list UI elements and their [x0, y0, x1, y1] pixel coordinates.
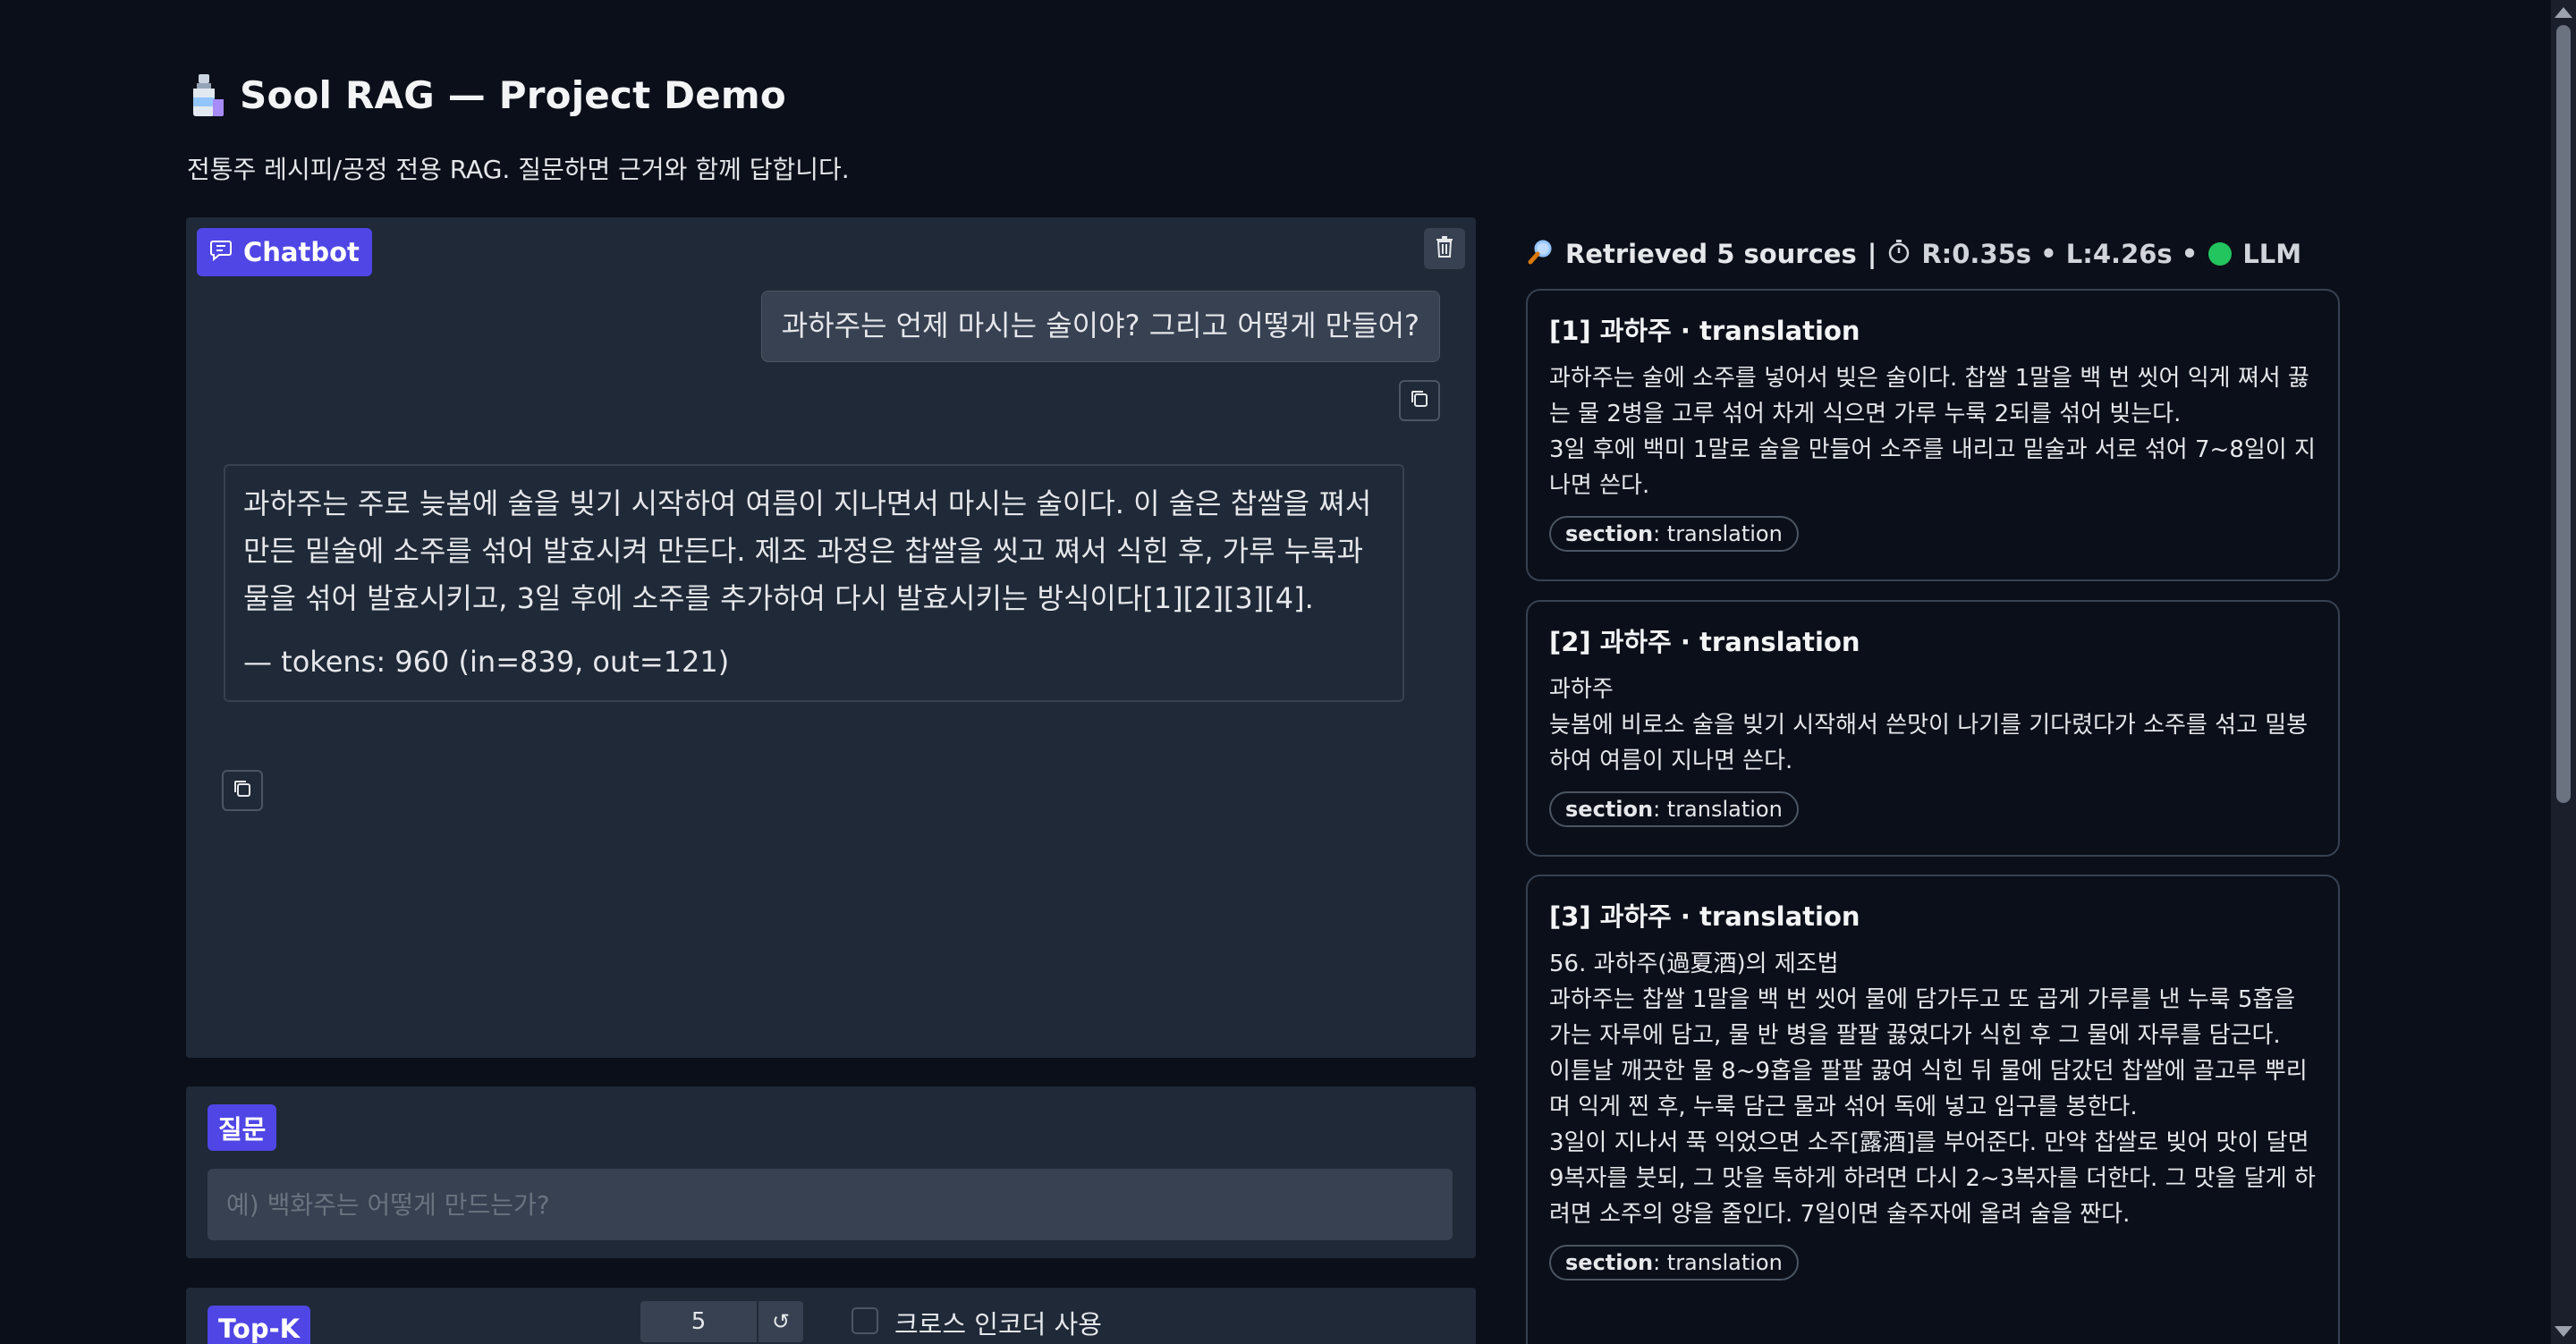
chatbot-panel: Chatbot 과하주는 언제 마시는 술이야? 그리고 어떻게 만들어? 과하…	[186, 217, 1476, 1058]
user-message-bubble: 과하주는 언제 마시는 술이야? 그리고 어떻게 만들어?	[760, 291, 1440, 362]
page-subtitle: 전통주 레시피/공정 전용 RAG. 질문하면 근거와 함께 답합니다.	[187, 155, 850, 184]
section-tag-value: : translation	[1653, 521, 1783, 546]
bottle-icon	[186, 72, 227, 117]
section-tag: section: translation	[1549, 1245, 1799, 1281]
bot-answer-text: 과하주는 주로 늦봄에 술을 빚기 시작하여 여름이 지나면서 마시는 술이다.…	[243, 486, 1372, 615]
sources-count: Retrieved 5 sources	[1565, 239, 1857, 269]
reset-icon: ↺	[771, 1309, 791, 1334]
cross-encoder-checkbox[interactable]	[852, 1307, 878, 1334]
page-scrollbar[interactable]	[2551, 0, 2576, 1344]
section-tag-value: : translation	[1653, 1250, 1783, 1275]
app-page: Sool RAG — Project Demo 전통주 레시피/공정 전용 RA…	[0, 0, 2576, 1344]
topk-reset-button[interactable]: ↺	[758, 1301, 803, 1342]
source-body: 56. 과하주(過夏酒)의 제조법 과하주는 찹쌀 1말을 백 번 씻어 물에 …	[1549, 946, 2317, 1232]
source-body: 과하주 늦봄에 비로소 술을 빚기 시작해서 쓴맛이 나기를 기다렸다가 소주를…	[1549, 672, 2317, 779]
source-title: [1] 과하주 · translation	[1549, 316, 1860, 346]
status-dot-icon	[2208, 242, 2233, 266]
section-tag: section: translation	[1549, 791, 1799, 827]
copy-icon	[1409, 388, 1430, 413]
clear-chat-button[interactable]	[1424, 228, 1465, 269]
section-tag-key: section	[1565, 1250, 1654, 1275]
timing-info: R:0.35s • L:4.26s •	[1921, 239, 2199, 269]
source-title: [2] 과하주 · translation	[1549, 627, 1860, 657]
source-line: 3일 후에 백미 1말로 술을 만들어 소주를 내리고 밑술과 서로 섞어 7~…	[1549, 436, 2316, 499]
source-card: [2] 과하주 · translation 과하주 늦봄에 비로소 술을 빚기 …	[1526, 600, 2340, 857]
scrollbar-thumb[interactable]	[2556, 25, 2571, 803]
source-card: [1] 과하주 · translation 과하주는 술에 소주를 넣어서 빚은…	[1526, 289, 2340, 581]
source-line: 과하주는 찹쌀 1말을 백 번 씻어 물에 담가두고 또 곱게 가루를 낸 누룩…	[1549, 986, 2296, 1049]
question-panel: 질문	[186, 1086, 1476, 1258]
source-line: 56. 과하주(過夏酒)의 제조법	[1549, 951, 1839, 977]
topk-label: Top-K	[208, 1306, 311, 1344]
sources-separator: |	[1867, 239, 1877, 269]
copy-user-message-button[interactable]	[1399, 380, 1440, 421]
sources-header: Retrieved 5 sources | R:0.35s • L:4.26s …	[1528, 232, 2301, 275]
bot-message-bubble: 과하주는 주로 늦봄에 술을 빚기 시작하여 여름이 지나면서 마시는 술이다.…	[224, 464, 1404, 702]
source-line: 3일이 지나서 푹 익었으면 소주[露酒]를 부어준다. 만약 찹쌀로 빚어 맛…	[1549, 1129, 2316, 1228]
topk-number-input[interactable]	[640, 1301, 757, 1342]
section-tag-key: section	[1565, 521, 1654, 546]
scroll-up-arrow-icon[interactable]	[2555, 7, 2572, 18]
magnifier-icon	[1528, 238, 1555, 271]
question-label: 질문	[208, 1104, 277, 1151]
source-line: 늦봄에 비로소 술을 빚기 시작해서 쓴맛이 나기를 기다렸다가 소주를 섞고 …	[1549, 712, 2309, 774]
page-title-text: Sool RAG — Project Demo	[240, 72, 786, 117]
chatbot-label: Chatbot	[197, 228, 372, 276]
bot-token-count: — tokens: 960 (in=839, out=121)	[243, 645, 730, 679]
cross-encoder-label[interactable]: 크로스 인코더 사용	[894, 1304, 1102, 1341]
trash-icon	[1434, 235, 1455, 262]
llm-label: LLM	[2242, 239, 2302, 269]
stopwatch-icon	[1887, 239, 1911, 270]
chat-icon	[209, 237, 233, 267]
chatbot-label-text: Chatbot	[243, 237, 360, 267]
source-card: [3] 과하주 · translation 56. 과하주(過夏酒)의 제조법 …	[1526, 875, 2340, 1344]
section-tag-value: : translation	[1653, 797, 1783, 822]
copy-icon	[232, 778, 253, 803]
source-line: 과하주	[1549, 676, 1614, 703]
copy-bot-message-button[interactable]	[222, 770, 263, 811]
topk-panel: Top-K ↺ 크로스 인코더 사용	[186, 1288, 1476, 1344]
section-tag: section: translation	[1549, 516, 1799, 552]
source-line: 과하주는 술에 소주를 넣어서 빚은 술이다. 찹쌀 1말을 백 번 씻어 익게…	[1549, 365, 2309, 427]
scroll-down-arrow-icon[interactable]	[2555, 1326, 2572, 1337]
source-title: [3] 과하주 · translation	[1549, 901, 1860, 932]
source-body: 과하주는 술에 소주를 넣어서 빚은 술이다. 찹쌀 1말을 백 번 씻어 익게…	[1549, 360, 2317, 503]
source-line: 이튿날 깨끗한 물 8~9홉을 팔팔 끓여 식힌 뒤 물에 담갔던 찹쌀에 골고…	[1549, 1058, 2308, 1120]
section-tag-key: section	[1565, 797, 1654, 822]
page-title: Sool RAG — Project Demo	[186, 66, 786, 123]
question-input[interactable]	[208, 1169, 1453, 1240]
